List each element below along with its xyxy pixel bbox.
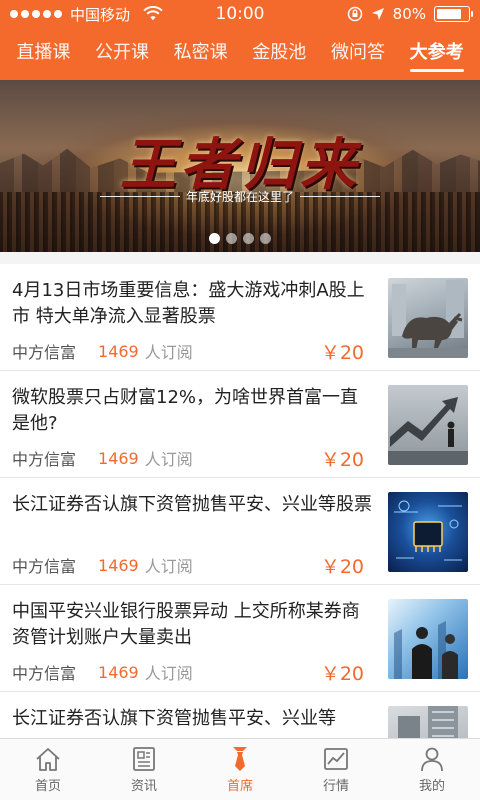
nav-news[interactable]: 资讯 [96,739,192,800]
tab-micro-qa[interactable]: 微问答 [331,28,385,80]
home-icon [36,747,60,771]
subscriber-count: 1469 [98,341,139,361]
chip-circuit-image [388,492,468,572]
top-tab-nav: 直播课 公开课 私密课 金股池 微问答 大参考 [0,28,480,80]
banner-page-dot[interactable] [226,233,237,244]
tab-live-class[interactable]: 直播课 [16,28,70,80]
article-title: 微软股票只占财富12%，为啥世界首富一直是他? [12,387,359,434]
banner-divider-left [99,196,180,197]
subscriber-label: 人订阅 [144,557,193,576]
battery-percent: 80% [392,5,426,23]
building-image [388,706,468,738]
article-list: 4月13日市场重要信息：盛大游戏冲刺A股上市 特大单净流入显著股票 中方信富 1… [0,264,480,738]
article-source: 中方信富 [12,450,77,469]
tab-open-class[interactable]: 公开课 [95,28,149,80]
article-item[interactable]: 中国平安兴业银行股票异动 上交所称某券商资管计划账户大量卖出 中方信富 1469… [0,585,480,692]
subscriber-label: 人订阅 [144,664,193,683]
article-meta: 中方信富 1469 人订阅 ￥20 [12,555,364,578]
subscriber-count: 1469 [98,555,139,575]
signal-icon [10,10,62,18]
nav-profile-label: 我的 [418,778,445,794]
banner-subtitle-row: 年底好股都在这里了 [0,188,480,205]
subscriber-label: 人订阅 [144,450,193,469]
nav-home[interactable]: 首页 [0,739,96,800]
subscriber-label: 人订阅 [144,343,193,362]
subscriber-count: 1469 [98,662,139,682]
business-people-image [388,599,468,679]
article-title: 4月13日市场重要信息：盛大游戏冲刺A股上市 特大单净流入显著股票 [12,280,365,327]
article-item[interactable]: 长江证券否认旗下资管抛售平安、兴业等股票 中方信富 1469 人订阅 ￥20 [0,478,480,585]
status-bar: 中国移动 10:00 80% [0,0,480,28]
banner-page-indicator [0,233,480,244]
chart-icon [324,747,348,770]
article-source: 中方信富 [12,343,77,362]
location-icon [371,8,384,20]
news-icon [133,746,155,771]
article-price: ￥20 [320,448,364,471]
promo-banner[interactable]: 王者归来 年底好股都在这里了 [0,80,480,252]
nav-chief[interactable]: 首席 [192,739,288,800]
nav-home-label: 首页 [34,778,61,794]
article-meta: 中方信富 1469 人订阅 ￥20 [12,341,364,364]
tie-icon [233,746,247,771]
article-title: 长江证券否认旗下资管抛售平安、兴业等股票 [12,494,372,515]
nav-chief-label: 首席 [226,778,253,794]
article-item[interactable]: 微软股票只占财富12%，为啥世界首富一直是他? 中方信富 1469 人订阅 ￥2… [0,371,480,478]
rotation-lock-icon [347,6,362,22]
banner-page-dot[interactable] [209,233,220,244]
article-meta: 中方信富 1469 人订阅 ￥20 [12,448,364,471]
article-price: ￥20 [320,555,364,578]
bull-statue-image [388,278,468,358]
nav-market[interactable]: 行情 [288,739,384,800]
nav-news-label: 资讯 [130,778,157,794]
tab-private-class[interactable]: 私密课 [174,28,228,80]
banner-page-dot[interactable] [243,233,254,244]
article-item[interactable]: 长江证券否认旗下资管抛售平安、兴业等 [0,692,480,738]
article-title: 中国平安兴业银行股票异动 上交所称某券商资管计划账户大量卖出 [12,601,360,648]
article-item[interactable]: 4月13日市场重要信息：盛大游戏冲刺A股上市 特大单净流入显著股票 中方信富 1… [0,264,480,371]
rising-arrow-image [388,385,468,465]
nav-profile[interactable]: 我的 [384,739,480,800]
banner-subtitle: 年底好股都在这里了 [185,190,294,204]
article-source: 中方信富 [12,664,77,683]
bottom-tab-bar: 首页 资讯 首席 行情 我的 [0,738,480,800]
tab-gold-stock-pool[interactable]: 金股池 [252,28,306,80]
article-price: ￥20 [320,341,364,364]
article-source: 中方信富 [12,557,77,576]
banner-divider-right [300,196,380,197]
article-price: ￥20 [320,662,364,685]
carrier-name: 中国移动 [70,5,131,24]
nav-market-label: 行情 [322,778,349,794]
tab-big-reference[interactable]: 大参考 [409,28,464,80]
article-meta: 中方信富 1469 人订阅 ￥20 [12,662,364,685]
article-title: 长江证券否认旗下资管抛售平安、兴业等 [12,708,336,729]
battery-icon [434,6,473,22]
wifi-icon [143,6,163,21]
subscriber-count: 1469 [98,448,139,468]
banner-page-dot[interactable] [260,233,271,244]
user-icon [421,747,443,771]
